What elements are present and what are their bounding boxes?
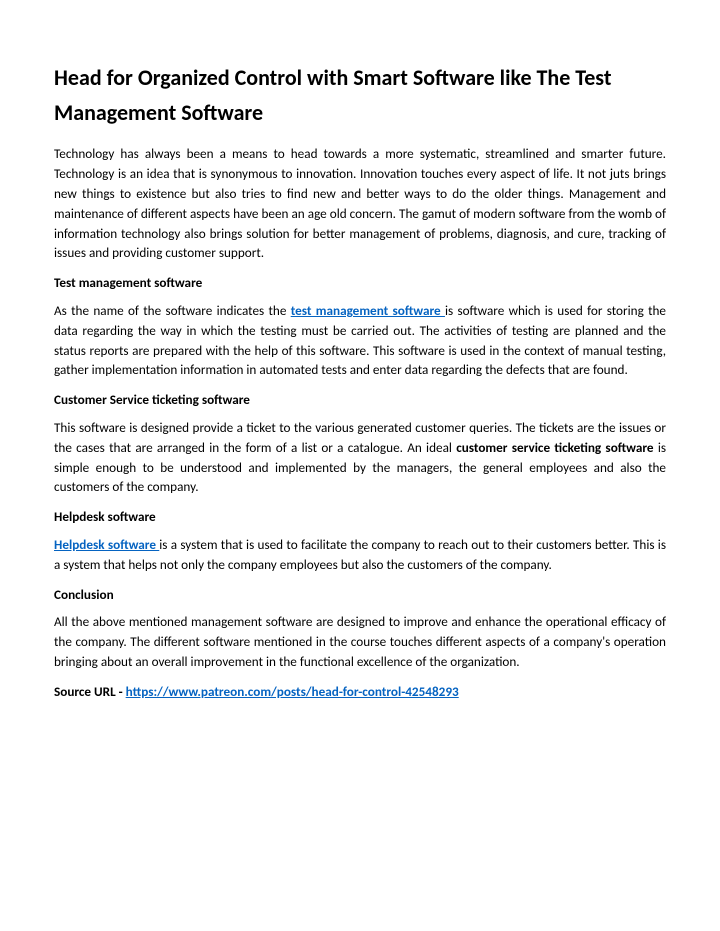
source-url-link[interactable]: https://www.patreon.com/posts/head-for-c…	[126, 683, 459, 700]
intro-paragraph: Technology has always been a means to he…	[54, 144, 666, 263]
bold-text: customer service ticketing software	[456, 439, 653, 456]
section-heading-conclusion: Conclusion	[54, 585, 666, 605]
section-body-customer-service: This software is designed provide a tick…	[54, 418, 666, 497]
section-body-helpdesk: Helpdesk software is a system that is us…	[54, 535, 666, 575]
section-heading-test-management: Test management software	[54, 273, 666, 293]
page-title: Head for Organized Control with Smart So…	[54, 60, 666, 130]
text-segment: As the name of the software indicates th…	[54, 302, 291, 319]
source-line: Source URL - https://www.patreon.com/pos…	[54, 682, 666, 702]
section-body-test-management: As the name of the software indicates th…	[54, 301, 666, 380]
test-management-software-link[interactable]: test management software	[291, 302, 445, 319]
section-body-conclusion: All the above mentioned management softw…	[54, 612, 666, 671]
source-label: Source URL -	[54, 683, 126, 700]
helpdesk-software-link[interactable]: Helpdesk software	[54, 536, 159, 553]
section-heading-customer-service: Customer Service ticketing software	[54, 390, 666, 410]
section-heading-helpdesk: Helpdesk software	[54, 507, 666, 527]
